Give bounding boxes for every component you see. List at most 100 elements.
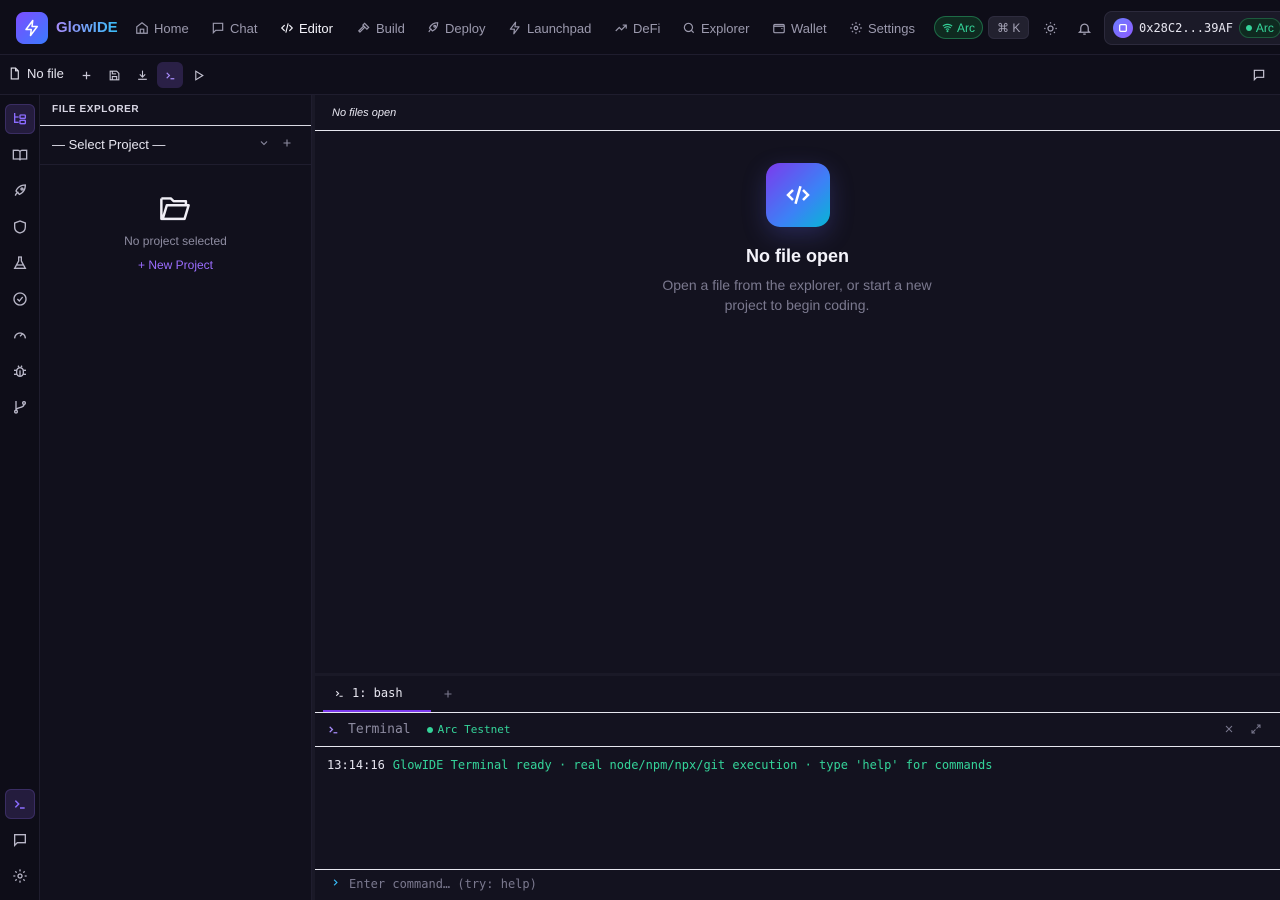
new-terminal-button[interactable]	[442, 688, 454, 700]
nav-chat-label: Chat	[230, 20, 258, 36]
terminal-panel: 1: bash Terminal Arc Testnet 13:14:16 Gl…	[315, 676, 1280, 900]
nav-explorer[interactable]: Explorer	[682, 15, 749, 41]
divider	[315, 746, 1280, 747]
folder-tree-icon	[12, 111, 28, 127]
empty-editor-subtitle: Open a file from the explorer, or start …	[662, 277, 932, 313]
code-icon	[766, 163, 830, 227]
activity-deploy[interactable]	[5, 176, 35, 206]
maximize-icon	[1250, 723, 1262, 735]
wallet-address: 0x28C2...39AF	[1139, 21, 1233, 35]
wallet-button[interactable]: 0x28C2...39AF Arc	[1104, 11, 1280, 45]
nav-editor[interactable]: Editor	[280, 15, 333, 41]
terminal-icon	[327, 723, 340, 736]
wifi-icon	[942, 22, 953, 33]
plus-icon	[442, 688, 454, 700]
nav-defi-label: DeFi	[633, 20, 661, 36]
activity-security[interactable]	[5, 212, 35, 242]
activity-chat[interactable]	[5, 825, 35, 855]
gear-icon	[849, 21, 863, 35]
wallet-network-label: Arc	[1255, 21, 1274, 35]
top-nav: GlowIDE Home Chat Editor Build Deploy La…	[0, 0, 1280, 55]
divider	[40, 125, 311, 126]
shield-icon	[12, 219, 28, 235]
activity-terminal[interactable]	[5, 789, 35, 819]
terminal-network-label: Arc Testnet	[437, 723, 511, 736]
close-terminal-button[interactable]	[1223, 723, 1235, 735]
theme-toggle[interactable]	[1040, 18, 1060, 38]
nav-explorer-label: Explorer	[701, 20, 750, 36]
gauge-icon	[12, 327, 28, 343]
message-square-icon	[12, 832, 28, 848]
file-explorer-title: FILE EXPLORER	[52, 104, 140, 115]
network-pill-label: Arc	[957, 20, 975, 35]
rocket-icon	[426, 21, 440, 35]
empty-state-text: No project selected	[124, 234, 227, 248]
editor-area: No files open No file open Open a file f…	[315, 95, 1280, 673]
nav-defi[interactable]: DeFi	[614, 15, 660, 41]
activity-gas[interactable]	[5, 320, 35, 350]
network-status-pill[interactable]: Arc	[934, 16, 983, 39]
activity-debug[interactable]	[5, 356, 35, 386]
nav-build[interactable]: Build	[357, 15, 405, 41]
activity-verify[interactable]	[5, 284, 35, 314]
search-icon	[682, 21, 696, 35]
run-button[interactable]	[185, 62, 211, 88]
nav-wallet[interactable]: Wallet	[772, 15, 827, 41]
gear-icon	[12, 868, 28, 884]
divider	[315, 712, 1280, 713]
new-file-button[interactable]	[73, 62, 99, 88]
bug-icon	[12, 363, 28, 379]
command-palette-shortcut[interactable]: ⌘ K	[988, 16, 1030, 39]
nav-home[interactable]: Home	[135, 15, 189, 41]
activity-settings[interactable]	[5, 861, 35, 891]
wallet-avatar	[1113, 18, 1133, 38]
divider	[315, 130, 1280, 131]
home-icon	[135, 21, 149, 35]
editor-toolbar: No file	[0, 55, 1280, 95]
project-select[interactable]: — Select Project —	[52, 137, 165, 152]
close-icon	[1223, 723, 1235, 735]
nav-deploy-label: Deploy	[445, 20, 486, 36]
flask-icon	[12, 255, 28, 271]
toggle-terminal-button[interactable]	[157, 62, 183, 88]
rocket-icon	[12, 183, 28, 199]
plus-icon	[80, 69, 93, 82]
nav-launchpad[interactable]: Launchpad	[508, 15, 591, 41]
message-square-icon	[1252, 68, 1266, 82]
terminal-header: Terminal Arc Testnet	[327, 722, 510, 737]
save-icon	[108, 69, 121, 82]
save-button[interactable]	[101, 62, 127, 88]
activity-docs[interactable]	[5, 140, 35, 170]
terminal-icon	[12, 796, 28, 812]
terminal-icon	[334, 688, 345, 699]
terminal-title: Terminal	[348, 722, 411, 737]
nav-deploy[interactable]: Deploy	[426, 15, 485, 41]
terminal-tab-label: 1: bash	[352, 686, 403, 700]
current-file: No file	[8, 66, 64, 81]
divider	[40, 164, 311, 165]
chat-panel-button[interactable]	[1246, 62, 1272, 88]
current-file-label: No file	[27, 66, 64, 81]
chevron-down-icon[interactable]	[258, 137, 270, 149]
activity-testing[interactable]	[5, 248, 35, 278]
maximize-terminal-button[interactable]	[1250, 723, 1262, 735]
zap-icon	[508, 21, 522, 35]
nav-settings[interactable]: Settings	[849, 15, 915, 41]
app-logo[interactable]	[16, 12, 48, 44]
notifications-button[interactable]	[1074, 18, 1094, 38]
nav-chat[interactable]: Chat	[211, 15, 257, 41]
wallet-avatar-icon	[1119, 24, 1127, 32]
terminal-tab-bash[interactable]: 1: bash	[323, 676, 431, 712]
new-project-link[interactable]: + New Project	[40, 258, 311, 272]
empty-editor-title: No file open	[746, 246, 849, 266]
terminal-command-input[interactable]	[349, 874, 1249, 894]
plus-icon	[281, 137, 293, 149]
editor-tabs-placeholder: No files open	[332, 107, 397, 119]
hammer-icon	[357, 21, 371, 35]
add-project-button[interactable]	[281, 137, 293, 149]
download-button[interactable]	[129, 62, 155, 88]
code-icon	[280, 21, 294, 35]
sun-icon	[1043, 21, 1058, 36]
activity-git[interactable]	[5, 392, 35, 422]
activity-file-explorer[interactable]	[5, 104, 35, 134]
